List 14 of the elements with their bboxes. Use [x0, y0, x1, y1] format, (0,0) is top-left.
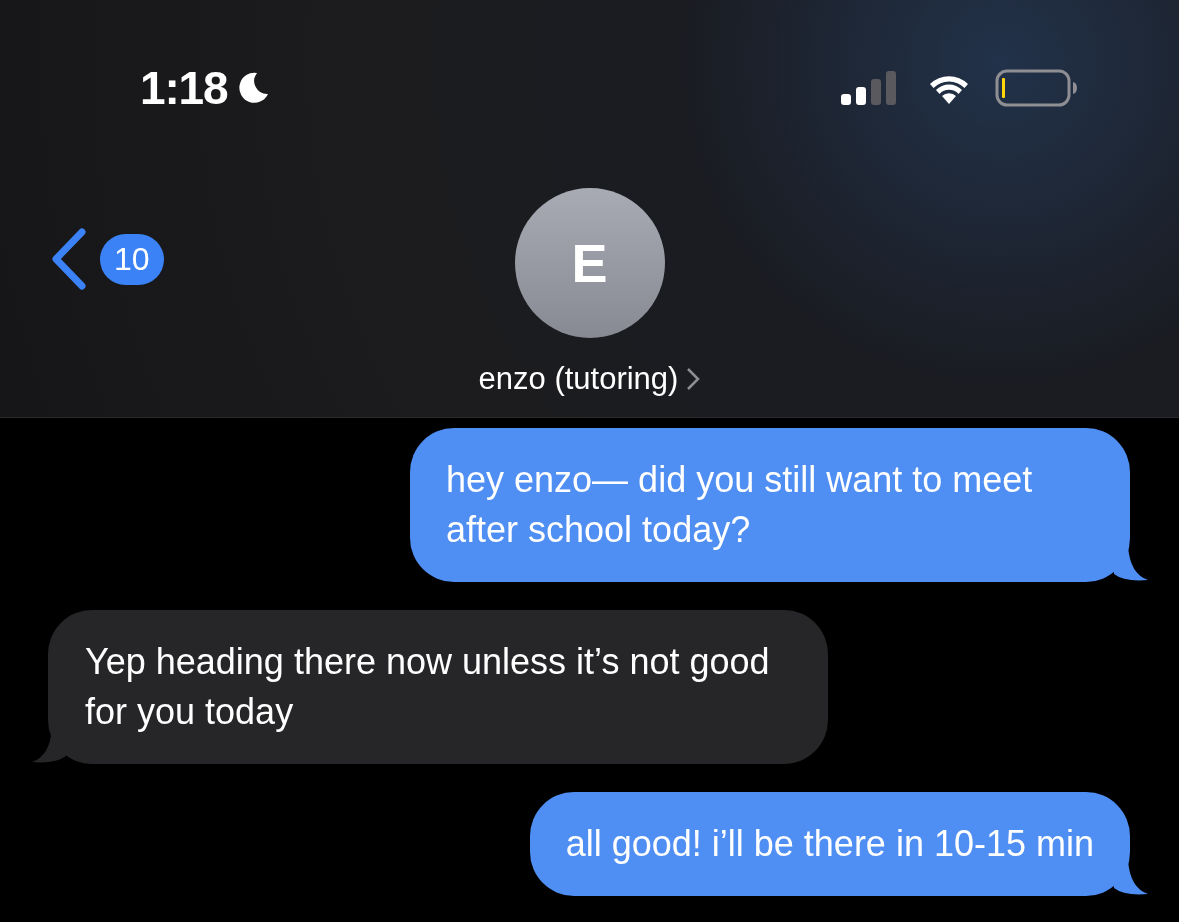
- contact-avatar[interactable]: E: [514, 188, 665, 338]
- message-text: all good! i’ll be there in 10-15 min: [565, 822, 1094, 866]
- message-bubble[interactable]: Yep heading there now unless it’s not good for you today: [48, 610, 828, 764]
- unread-badge[interactable]: 10: [100, 233, 164, 285]
- message-text: hey enzo— did you still want to meet after school today?: [446, 458, 1034, 552]
- message-bubble[interactable]: hey enzo— did you still want to meet after school today?: [410, 428, 1130, 582]
- status-time: 1:18: [140, 60, 228, 116]
- contact-name[interactable]: enzo (tutoring): [478, 356, 679, 403]
- battery-icon: [995, 69, 1079, 107]
- message-bubble[interactable]: all good! i’ll be there in 10-15 min: [529, 792, 1130, 896]
- avatar-initial: E: [571, 231, 608, 295]
- message-text: Yep heading there now unless it’s not good for you today: [85, 640, 771, 734]
- chevron-right-icon[interactable]: [686, 367, 701, 392]
- signal-icon: [841, 70, 899, 106]
